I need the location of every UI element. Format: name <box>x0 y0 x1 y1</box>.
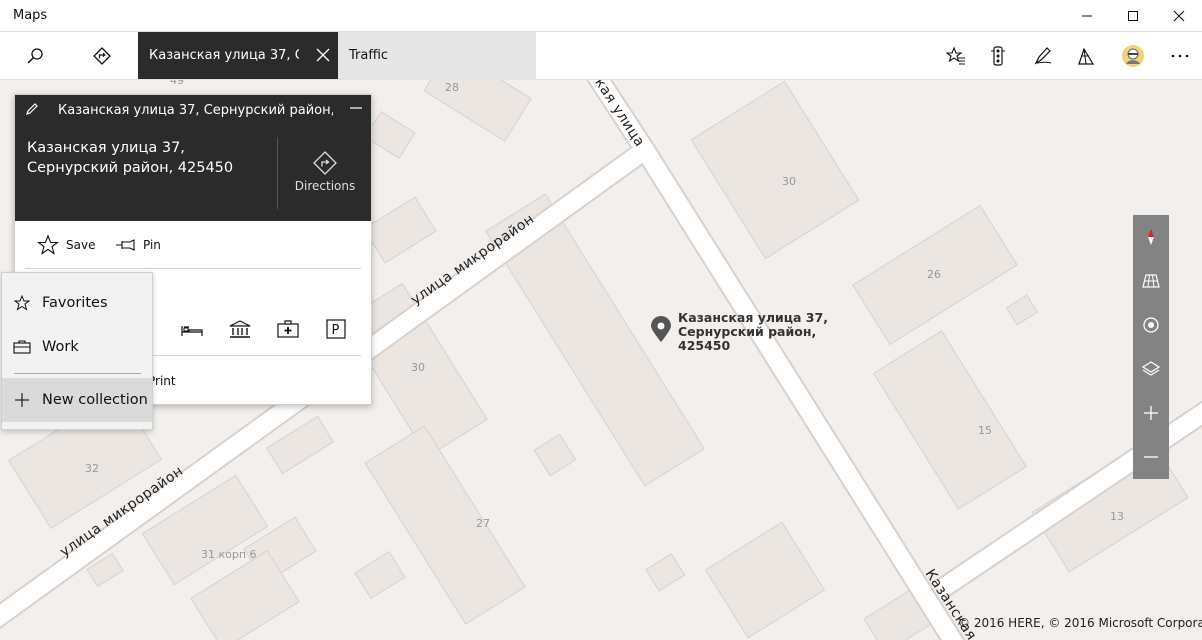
close-icon <box>316 48 330 62</box>
house-number: 31 корп 6 <box>201 548 257 561</box>
map-layers-icon <box>1142 361 1160 376</box>
house-number: 28 <box>445 81 459 94</box>
traffic-light-icon <box>991 45 1005 66</box>
close-tab-button[interactable] <box>312 44 334 66</box>
zoom-in-button[interactable] <box>1133 391 1169 435</box>
directions-button[interactable] <box>77 32 127 79</box>
maximize-icon <box>1128 11 1138 21</box>
minimize-button[interactable] <box>1064 0 1110 32</box>
card-header: Казанская улица 37, Сернурский район, 42… <box>15 95 371 125</box>
menu-divider <box>14 373 141 374</box>
house-number: 26 <box>927 268 941 281</box>
pin-button[interactable]: Pin <box>115 233 161 257</box>
edit-button[interactable] <box>25 102 39 120</box>
more-icon <box>1171 54 1189 57</box>
menu-item-work[interactable]: Work <box>2 325 152 369</box>
directions-card-button[interactable]: Directions <box>287 150 363 193</box>
briefcase-icon <box>2 340 42 354</box>
collapse-card-button[interactable] <box>349 101 363 119</box>
menu-item-label: Work <box>42 339 79 355</box>
menu-item-label: Favorites <box>42 295 108 311</box>
map-layers-button[interactable] <box>1133 347 1169 391</box>
nearby-hotels-button[interactable] <box>177 317 207 341</box>
hotel-icon <box>181 326 203 336</box>
favorites-icon <box>946 46 965 64</box>
divider <box>25 268 361 269</box>
traffic-button[interactable] <box>973 32 1023 79</box>
close-window-button[interactable] <box>1156 0 1202 32</box>
plus-icon <box>2 392 42 408</box>
minimize-icon <box>350 107 362 109</box>
hospital-icon <box>277 320 299 338</box>
tab-traffic-label: Traffic <box>349 48 389 63</box>
directions-icon <box>93 46 111 65</box>
ink-pen-icon <box>1034 46 1052 65</box>
menu-item-favorites[interactable]: Favorites <box>2 281 152 325</box>
card-address: Казанская улица 37, Сернурский район, 42… <box>27 140 234 176</box>
house-number: 32 <box>85 462 99 475</box>
pin-icon <box>116 239 135 251</box>
search-button[interactable] <box>10 32 60 79</box>
zoom-out-icon <box>1144 456 1158 458</box>
house-number: 30 <box>782 175 796 188</box>
card-header-label: Казанская улица 37, Сернурский район, 42… <box>58 103 333 118</box>
locate-me-button[interactable] <box>1133 303 1169 347</box>
save-label: Save <box>66 238 96 252</box>
user-avatar <box>1122 44 1144 67</box>
zoom-out-button[interactable] <box>1133 435 1169 479</box>
close-icon <box>1173 10 1185 22</box>
save-button[interactable]: Save <box>37 233 95 257</box>
more-button[interactable] <box>1155 32 1202 79</box>
location-pin-icon[interactable] <box>651 316 671 342</box>
nearby-parking-button[interactable]: P <box>321 317 351 341</box>
3d-cities-button[interactable] <box>1061 32 1111 79</box>
house-number: 49 <box>170 80 184 87</box>
copyright-notice: © 2016 HERE, © 2016 Microsoft Corporatio… <box>958 616 1202 630</box>
divider <box>277 137 278 209</box>
search-icon <box>27 47 43 64</box>
locate-me-icon <box>1143 317 1159 333</box>
zoom-in-icon <box>1144 406 1158 420</box>
minimize-icon <box>1082 15 1092 17</box>
house-number: 13 <box>1110 510 1124 523</box>
toolbar: Казанская улица 37, Сернурский район, 42… <box>0 32 1202 80</box>
tilt-icon <box>1142 274 1160 288</box>
tab-location[interactable]: Казанская улица 37, Сернурский район, 42… <box>138 32 338 79</box>
nearby-hospitals-button[interactable] <box>273 317 303 341</box>
collections-menu: Favorites Work New collection <box>1 272 153 430</box>
menu-item-new-collection[interactable]: New collection <box>2 378 152 422</box>
card-summary: Казанская улица 37, Сернурский район, 42… <box>15 125 371 221</box>
account-button[interactable] <box>1108 32 1158 79</box>
svg-text:P: P <box>332 323 340 338</box>
star-icon <box>2 295 42 311</box>
tab-traffic[interactable]: Traffic <box>338 32 536 79</box>
window-title: Maps <box>13 8 48 23</box>
map-controls <box>1133 215 1169 479</box>
star-outline-icon <box>37 234 59 255</box>
nearby-museums-button[interactable] <box>225 317 255 341</box>
pencil-icon <box>26 103 38 115</box>
3d-cities-icon <box>1078 47 1095 65</box>
parking-icon: P <box>326 319 346 339</box>
title-bar: Maps <box>0 0 1202 32</box>
pin-label: Казанская улица 37, Сернурский район, 42… <box>678 310 828 353</box>
directions-label: Directions <box>294 179 356 193</box>
compass-button[interactable] <box>1133 215 1169 259</box>
house-number: 15 <box>978 424 992 437</box>
museum-icon <box>229 320 251 338</box>
tilt-button[interactable] <box>1133 259 1169 303</box>
tab-location-label: Казанская улица 37, Сернурский район, 42… <box>149 48 299 63</box>
house-number: 30 <box>411 361 425 374</box>
maximize-button[interactable] <box>1110 0 1156 32</box>
compass-icon <box>1148 229 1154 245</box>
house-number: 27 <box>476 517 490 530</box>
pin-label: Pin <box>143 238 161 252</box>
directions-icon <box>313 151 337 175</box>
menu-item-label: New collection <box>42 392 148 408</box>
